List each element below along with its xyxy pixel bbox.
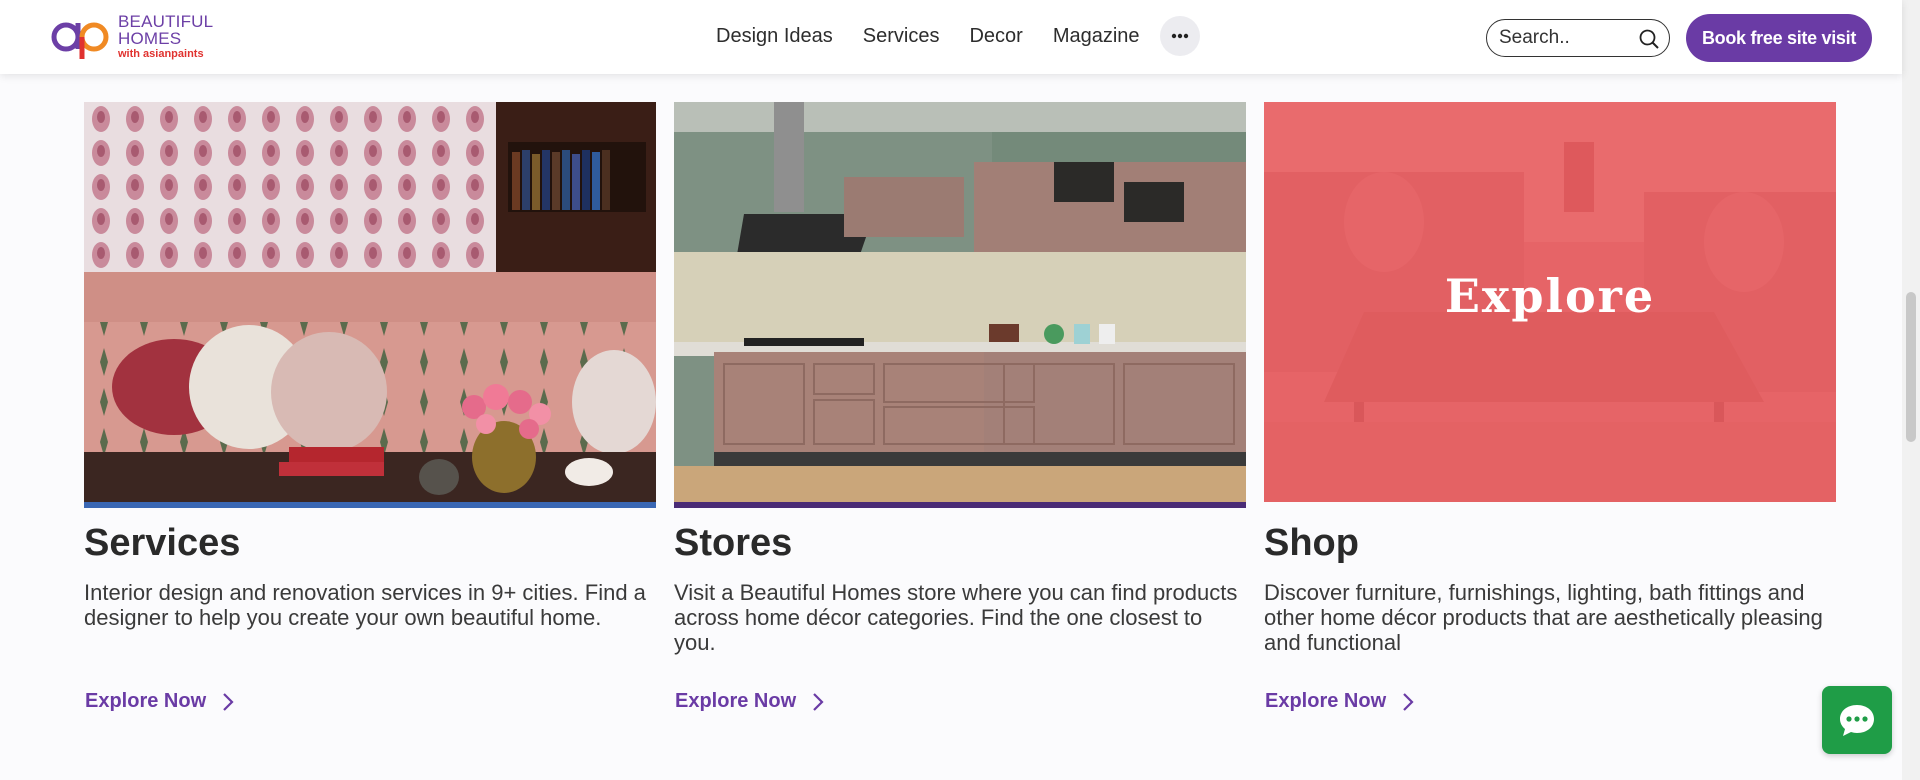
services-description: Interior design and renovation services …	[84, 580, 646, 630]
chevron-right-icon	[813, 692, 824, 711]
services-title: Services	[84, 522, 241, 564]
logo-line-2: HOMES	[118, 29, 182, 48]
nav-item-services[interactable]: Services	[863, 25, 940, 48]
brand-logo[interactable]: BEAUTIFUL HOMES with asianpaints	[48, 11, 238, 61]
search-box	[1486, 19, 1670, 57]
stores-explore-label: Explore Now	[675, 690, 797, 712]
stores-title: Stores	[674, 522, 793, 564]
living-room-photo	[84, 102, 656, 502]
more-icon	[1171, 33, 1189, 39]
stores-explore-link[interactable]: Explore Now	[675, 690, 824, 713]
more-menu-button[interactable]	[1160, 16, 1200, 56]
shop-explore-link[interactable]: Explore Now	[1265, 690, 1414, 713]
stores-image[interactable]	[674, 102, 1246, 508]
shop-explore-label: Explore Now	[1265, 690, 1387, 712]
book-site-visit-button[interactable]: Book free site visit	[1686, 14, 1872, 62]
chat-button[interactable]	[1822, 686, 1892, 754]
services-explore-label: Explore Now	[85, 690, 207, 712]
chat-icon	[1840, 705, 1874, 736]
page-scrollbar[interactable]	[1902, 0, 1920, 780]
search-input[interactable]	[1499, 26, 1635, 50]
logo-mark-icon	[51, 22, 109, 59]
stores-accent-bar	[674, 502, 1246, 508]
services-image[interactable]	[84, 102, 656, 508]
services-accent-bar	[84, 502, 656, 508]
chevron-right-icon	[223, 692, 234, 711]
chevron-right-icon	[1403, 692, 1414, 711]
kitchen-photo	[674, 102, 1246, 502]
nav-item-decor[interactable]: Decor	[969, 25, 1022, 48]
nav-item-magazine[interactable]: Magazine	[1053, 25, 1140, 48]
shop-explore-overlay[interactable]: Explore	[1264, 102, 1836, 502]
card-services: Services Interior design and renovation …	[84, 102, 656, 712]
scrollbar-thumb[interactable]	[1906, 292, 1916, 442]
main-nav: Design Ideas Services Decor Magazine	[716, 0, 1140, 72]
card-shop: Explore Shop Discover furniture, furnish…	[1264, 102, 1836, 712]
services-explore-link[interactable]: Explore Now	[85, 690, 234, 713]
card-stores: Stores Visit a Beautiful Homes store whe…	[674, 102, 1246, 712]
search-icon[interactable]	[1638, 28, 1660, 50]
stores-description: Visit a Beautiful Homes store where you …	[674, 580, 1238, 655]
logo-line-1: BEAUTIFUL	[118, 12, 214, 31]
shop-title: Shop	[1264, 522, 1359, 564]
site-header: BEAUTIFUL HOMES with asianpaints Design …	[0, 0, 1902, 74]
nav-item-design-ideas[interactable]: Design Ideas	[716, 25, 833, 48]
shop-image[interactable]: Explore	[1264, 102, 1836, 508]
logo-wordmark: BEAUTIFUL HOMES with asianpaints	[118, 13, 213, 60]
logo-subline: with asianpaints	[118, 48, 204, 60]
shop-overlay-label: Explore	[1444, 269, 1656, 323]
shop-description: Discover furniture, furnishings, lightin…	[1264, 580, 1823, 655]
